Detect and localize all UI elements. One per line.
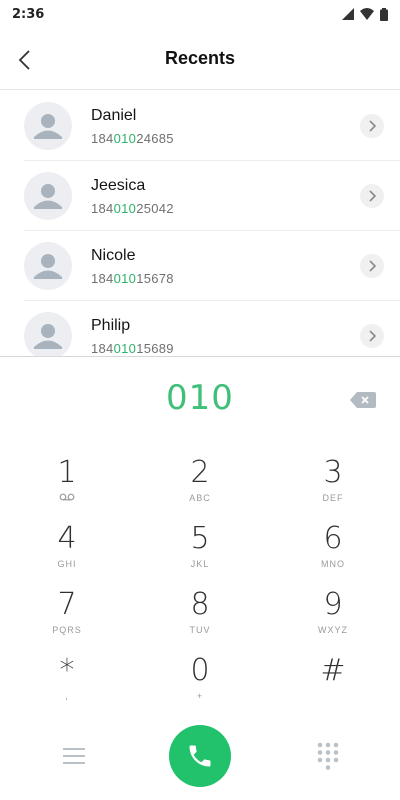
person-icon (34, 114, 62, 139)
key-2[interactable]: 2 ABC (150, 455, 250, 515)
key-digit: 1 (57, 455, 77, 490)
key-star[interactable]: * , (17, 653, 117, 713)
key-letters: PQRS (52, 625, 82, 635)
key-letters: MNO (321, 559, 345, 569)
key-letters: DEF (322, 493, 344, 503)
avatar (24, 102, 72, 150)
contact-name: Philip (91, 317, 131, 334)
key-3[interactable]: 3 DEF (283, 455, 383, 515)
contact-name: Daniel (91, 107, 137, 124)
key-8[interactable]: 8 TUV (150, 587, 250, 647)
battery-icon (380, 7, 388, 21)
key-digit: * (59, 653, 75, 688)
details-button[interactable] (360, 254, 384, 278)
person-icon (34, 324, 62, 349)
key-9[interactable]: 9 WXYZ (283, 587, 383, 647)
key-letters: GHI (57, 559, 77, 569)
page-title: Recents (164, 48, 236, 68)
dialed-number[interactable]: 010 (0, 378, 400, 418)
backspace-icon (350, 392, 376, 408)
avatar (24, 172, 72, 220)
contact-name: Nicole (91, 247, 136, 264)
person-icon (34, 254, 62, 279)
chevron-right-icon (369, 190, 376, 202)
details-button[interactable] (360, 184, 384, 208)
menu-icon (63, 748, 85, 764)
key-5[interactable]: 5 JKL (150, 521, 250, 581)
list-item[interactable]: Philip 18401015689 (24, 301, 400, 356)
key-digit: 6 (323, 521, 343, 556)
person-icon (34, 184, 62, 209)
call-button[interactable] (169, 725, 231, 787)
details-button[interactable] (360, 114, 384, 138)
key-digit: 0 (190, 653, 210, 688)
contact-number: 18401015689 (91, 341, 174, 356)
key-digit: 5 (190, 521, 210, 556)
key-letters: , (65, 691, 69, 701)
phone-icon (189, 745, 211, 767)
list-item[interactable]: Nicole 18401015678 (24, 231, 400, 301)
key-letters: JKL (190, 559, 210, 569)
key-digit: 2 (190, 455, 210, 490)
contact-number: 18401015678 (91, 271, 174, 286)
avatar (24, 242, 72, 290)
status-time: 2:36 (12, 6, 45, 22)
back-button[interactable] (10, 46, 38, 74)
list-item[interactable]: Jeesica 18401025042 (24, 161, 400, 231)
backspace-button[interactable] (349, 390, 377, 410)
key-digit: 7 (57, 587, 77, 622)
chevron-left-icon (18, 50, 30, 70)
bottom-bar (0, 724, 400, 788)
key-0[interactable]: 0 + (150, 653, 250, 713)
chevron-right-icon (369, 120, 376, 132)
avatar (24, 312, 72, 356)
key-1[interactable]: 1 (17, 455, 117, 515)
contact-name: Jeesica (91, 177, 146, 194)
key-6[interactable]: 6 MNO (283, 521, 383, 581)
key-4[interactable]: 4 GHI (17, 521, 117, 581)
key-hash[interactable]: # (283, 653, 383, 713)
key-letters: ABC (189, 493, 211, 503)
key-7[interactable]: 7 PQRS (17, 587, 117, 647)
chevron-right-icon (369, 330, 376, 342)
key-digit: # (320, 653, 346, 688)
dialpad-button[interactable] (314, 741, 342, 771)
key-digit: 3 (323, 455, 343, 490)
signal-icon (342, 8, 354, 20)
chevron-right-icon (369, 260, 376, 272)
wifi-icon (360, 8, 374, 20)
voicemail-icon (17, 493, 117, 503)
key-digit: 8 (190, 587, 210, 622)
contact-number: 18401025042 (91, 201, 174, 216)
list-item[interactable]: Daniel 18401024685 (24, 91, 400, 161)
contact-number: 18401024685 (91, 131, 174, 146)
recents-list[interactable]: Daniel 18401024685 Jeesica 18401025042 N… (0, 91, 400, 356)
dialer-divider (0, 356, 400, 357)
key-letters: WXYZ (318, 625, 348, 635)
key-letters: TUV (189, 625, 211, 635)
status-bar: 2:36 (0, 0, 400, 28)
menu-button[interactable] (60, 742, 88, 770)
details-button[interactable] (360, 324, 384, 348)
key-digit: 4 (57, 521, 77, 556)
key-letters: + (196, 691, 204, 701)
status-icons (342, 7, 388, 21)
app-header: Recents (0, 28, 400, 90)
dialpad-icon (317, 742, 339, 770)
key-digit: 9 (323, 587, 343, 622)
